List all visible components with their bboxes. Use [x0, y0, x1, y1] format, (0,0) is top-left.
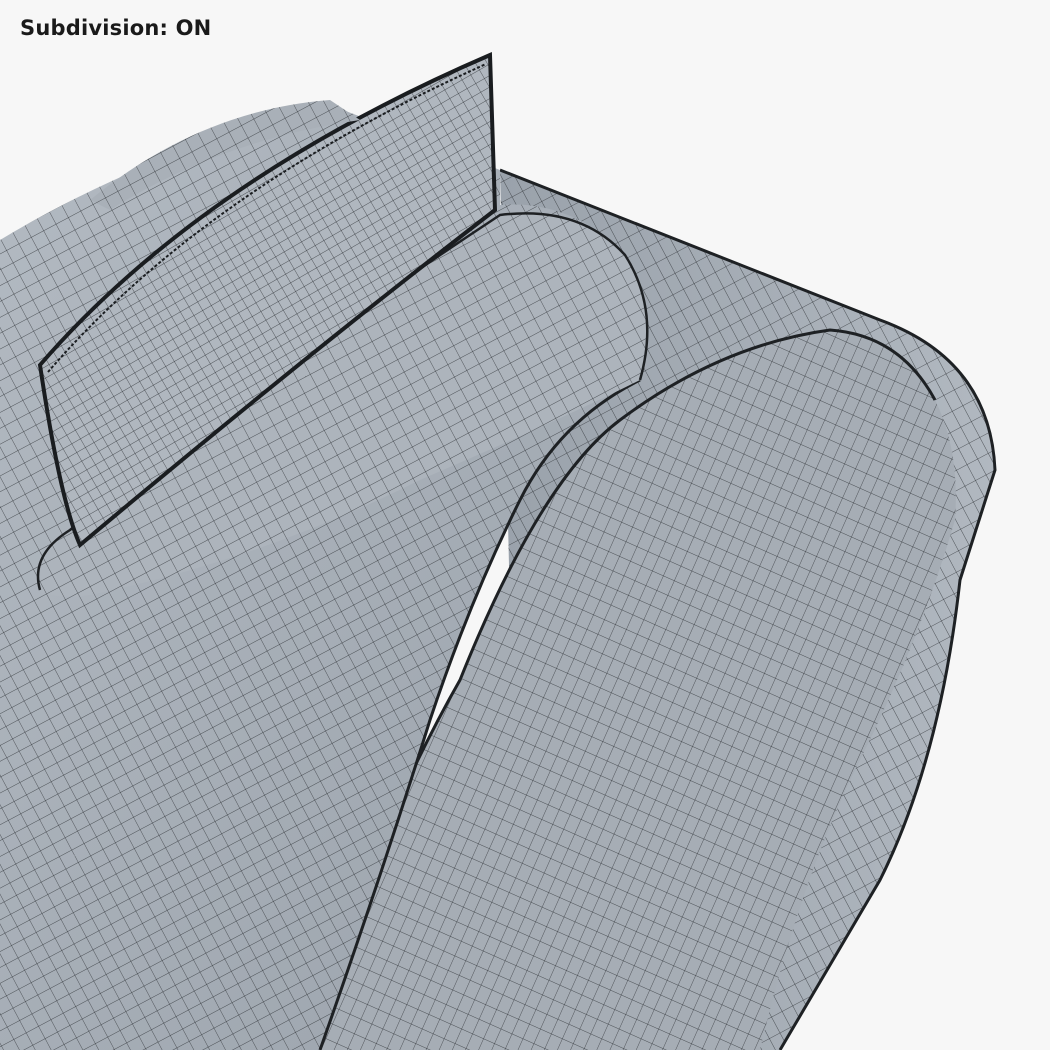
viewport: Subdivision: ON: [0, 0, 1050, 1050]
wireframe-render: [0, 52, 997, 1050]
subdivision-status-label: Subdivision: ON: [20, 16, 212, 40]
